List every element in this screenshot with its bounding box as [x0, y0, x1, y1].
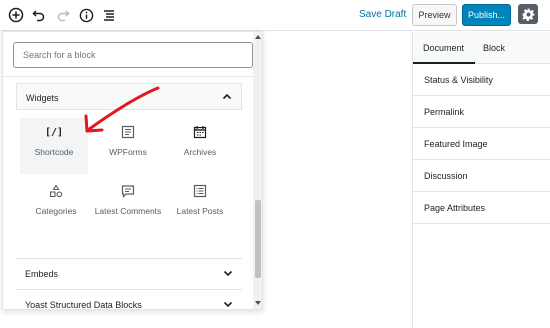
block-latest-posts[interactable]: Latest Posts: [166, 177, 234, 233]
redo-icon[interactable]: [53, 5, 73, 25]
embeds-panel-title: Embeds: [25, 269, 59, 279]
panel-divider: [16, 258, 242, 259]
chevron-down-icon: [223, 270, 233, 277]
embeds-panel-toggle[interactable]: Embeds: [16, 260, 242, 287]
block-archives[interactable]: Archives: [166, 118, 234, 174]
save-draft-link[interactable]: Save Draft: [359, 9, 406, 20]
search-divider: [3, 76, 253, 77]
chevron-down-icon: [223, 301, 233, 308]
plus-circle-icon[interactable]: [6, 5, 26, 25]
widgets-panel-title: Widgets: [26, 93, 59, 103]
scroll-up-arrow-icon[interactable]: [255, 34, 261, 40]
block-categories[interactable]: Categories: [22, 177, 90, 233]
block-label: Latest Comments: [94, 206, 162, 216]
shortcode-icon: [/]: [44, 126, 64, 138]
gear-icon: [521, 8, 534, 21]
editor-page: Save Draft Preview Publish... Document B…: [0, 0, 550, 328]
yoast-panel-toggle[interactable]: Yoast Structured Data Blocks: [16, 291, 242, 310]
publish-button[interactable]: Publish...: [462, 4, 511, 26]
undo-icon[interactable]: [29, 5, 49, 25]
settings-sidebar: Document Block Status & Visibility Perma…: [412, 32, 550, 328]
inserter-scrollbar[interactable]: [253, 32, 262, 309]
sidebar-tabs: Document Block: [413, 32, 550, 64]
comment-icon: [120, 183, 136, 199]
categories-icon: [48, 183, 64, 199]
panel-featured-image[interactable]: Featured Image: [413, 128, 550, 160]
block-label: Shortcode: [34, 147, 74, 157]
block-label: Latest Posts: [176, 206, 224, 216]
chevron-up-icon: [222, 93, 232, 100]
block-shortcode[interactable]: [/] Shortcode: [20, 118, 88, 174]
block-inserter-popover: Widgets [/] Shortcode WPForms Archives: [2, 31, 263, 310]
annotation-arrow-icon: [84, 86, 160, 133]
calendar-icon: [192, 124, 208, 140]
list-view-icon[interactable]: [99, 5, 119, 25]
panel-discussion[interactable]: Discussion: [413, 160, 550, 192]
editor-toolbar: Save Draft Preview Publish...: [0, 0, 550, 31]
scroll-down-arrow-icon[interactable]: [255, 300, 261, 306]
list-icon: [192, 183, 208, 199]
block-label: Archives: [183, 147, 217, 157]
block-search-box: [13, 42, 253, 68]
panel-status-visibility[interactable]: Status & Visibility: [413, 64, 550, 96]
panel-divider: [16, 289, 242, 290]
tab-block[interactable]: Block: [483, 43, 505, 53]
panel-permalink[interactable]: Permalink: [413, 96, 550, 128]
preview-button[interactable]: Preview: [412, 4, 457, 26]
settings-button[interactable]: [518, 4, 538, 24]
scrollbar-thumb[interactable]: [255, 200, 261, 278]
panel-page-attributes[interactable]: Page Attributes: [413, 192, 550, 224]
block-latest-comments[interactable]: Latest Comments: [94, 177, 162, 233]
block-label: Categories: [35, 206, 77, 216]
info-icon[interactable]: [76, 5, 96, 25]
active-tab-indicator: [413, 62, 475, 64]
yoast-panel-title: Yoast Structured Data Blocks: [25, 300, 142, 310]
tab-document[interactable]: Document: [423, 43, 464, 53]
block-search-input[interactable]: [14, 43, 252, 67]
block-label: WPForms: [109, 147, 147, 157]
